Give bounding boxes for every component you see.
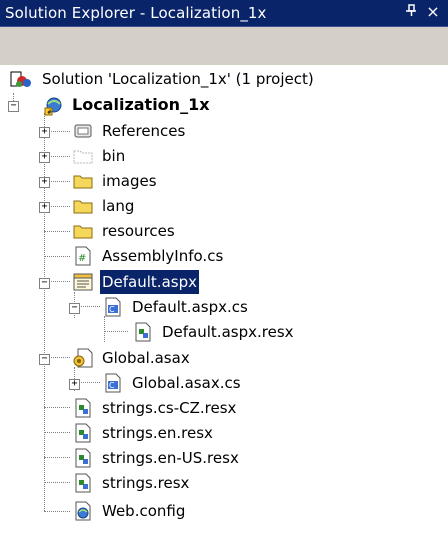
- solution-tree: Solution 'Localization_1x' (1 project) −…: [0, 65, 448, 544]
- expand-icon[interactable]: +: [69, 379, 80, 390]
- global-asax-label: Global.asax: [102, 349, 190, 367]
- collapse-icon[interactable]: −: [39, 278, 50, 289]
- svg-text:C: C: [109, 305, 115, 314]
- references-icon: [72, 121, 92, 141]
- images-label: images: [102, 172, 157, 190]
- pin-icon[interactable]: [402, 3, 420, 21]
- tree-node-resources[interactable]: resources: [0, 219, 448, 243]
- references-label: References: [102, 122, 186, 140]
- tree-node-strings-cz[interactable]: strings.cs-CZ.resx: [0, 396, 448, 420]
- tree-node-references[interactable]: + References: [0, 119, 448, 143]
- folder-icon: [72, 196, 93, 216]
- tree-node-webconfig[interactable]: Web.config: [0, 499, 448, 523]
- pin-icon-svg: [406, 4, 416, 16]
- strings-en-us-label: strings.en-US.resx: [102, 449, 239, 467]
- tree-node-default-cs[interactable]: − C Default.aspx.cs: [0, 295, 448, 319]
- default-cs-label: Default.aspx.cs: [132, 298, 248, 316]
- tree-node-default-aspx[interactable]: − Default.aspx: [0, 269, 448, 295]
- tree-node-lang[interactable]: + lang: [0, 194, 448, 218]
- bin-label: bin: [102, 147, 126, 165]
- project-label: Localization_1x: [72, 95, 210, 114]
- folder-icon-hidden: [72, 146, 93, 166]
- resx-file-icon: [72, 448, 92, 468]
- webconfig-label: Web.config: [102, 502, 186, 520]
- solution-icon: [10, 69, 31, 89]
- collapse-icon[interactable]: −: [69, 303, 80, 314]
- expand-icon[interactable]: +: [39, 127, 50, 138]
- title-bar: Solution Explorer - Localization_1x ×: [0, 0, 448, 27]
- lang-label: lang: [102, 197, 135, 215]
- resx-file-icon: [72, 398, 92, 418]
- tree-node-strings[interactable]: strings.resx: [0, 471, 448, 495]
- resources-label: resources: [102, 222, 175, 240]
- resx-file-icon: [72, 473, 92, 493]
- strings-en-label: strings.en.resx: [102, 424, 213, 442]
- global-asax-icon: [72, 348, 93, 368]
- tree-node-strings-en-us[interactable]: strings.en-US.resx: [0, 446, 448, 470]
- folder-icon: [72, 171, 93, 191]
- toolbar: [0, 27, 448, 65]
- config-file-icon: [72, 501, 92, 521]
- resx-file-icon: [72, 423, 92, 443]
- resx-file-icon: [132, 322, 152, 342]
- webform-icon: [72, 272, 93, 292]
- assemblyinfo-label: AssemblyInfo.cs: [102, 247, 224, 265]
- default-aspx-label: Default.aspx: [99, 269, 200, 295]
- code-file-icon: C: [102, 297, 122, 317]
- window-title: Solution Explorer - Localization_1x: [5, 4, 267, 22]
- svg-text:#: #: [78, 253, 86, 264]
- expand-icon[interactable]: +: [39, 177, 50, 188]
- collapse-icon[interactable]: −: [39, 354, 50, 365]
- tree-node-default-resx[interactable]: Default.aspx.resx: [0, 320, 448, 344]
- default-resx-label: Default.aspx.resx: [162, 323, 294, 341]
- svg-text:C: C: [109, 381, 115, 390]
- tree-node-global-asax[interactable]: − Global.asax: [0, 346, 448, 370]
- collapse-icon[interactable]: −: [8, 101, 19, 112]
- svg-text:#: #: [47, 109, 52, 116]
- expand-icon[interactable]: +: [39, 152, 50, 163]
- tree-node-images[interactable]: + images: [0, 169, 448, 193]
- expand-icon[interactable]: +: [39, 202, 50, 213]
- strings-label: strings.resx: [102, 474, 190, 492]
- tree-node-assemblyinfo[interactable]: # AssemblyInfo.cs: [0, 244, 448, 268]
- close-icon[interactable]: ×: [424, 3, 442, 21]
- tree-node-strings-en[interactable]: strings.en.resx: [0, 421, 448, 445]
- global-cs-label: Global.asax.cs: [132, 374, 241, 392]
- tree-node-bin[interactable]: + bin: [0, 144, 448, 168]
- cs-file-icon: #: [72, 246, 92, 266]
- strings-cz-label: strings.cs-CZ.resx: [102, 399, 237, 417]
- tree-node-solution[interactable]: Solution 'Localization_1x' (1 project): [0, 67, 448, 91]
- tree-node-project[interactable]: − # Localization_1x: [0, 93, 448, 117]
- folder-icon: [72, 221, 93, 241]
- web-project-icon: #: [42, 95, 62, 116]
- solution-label: Solution 'Localization_1x' (1 project): [42, 70, 314, 88]
- code-file-icon: C: [102, 373, 122, 393]
- tree-node-global-cs[interactable]: + C Global.asax.cs: [0, 371, 448, 395]
